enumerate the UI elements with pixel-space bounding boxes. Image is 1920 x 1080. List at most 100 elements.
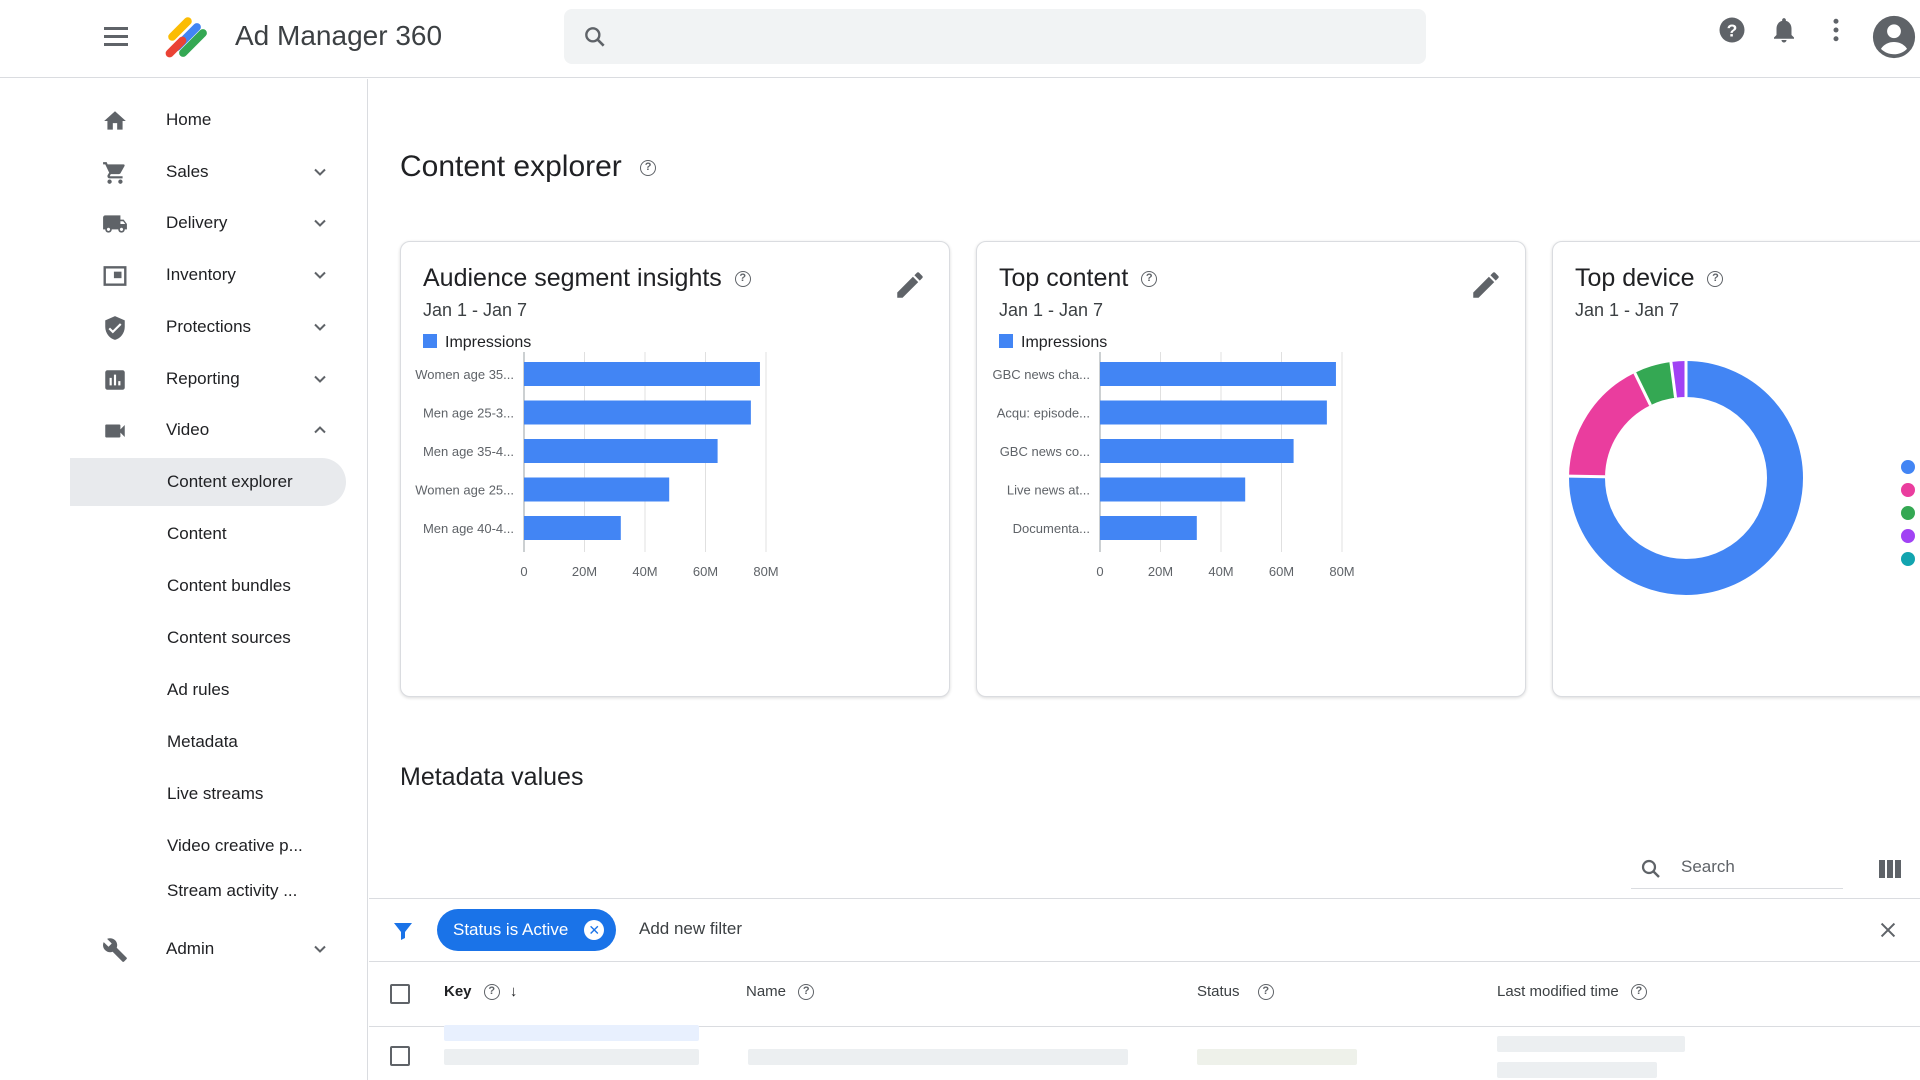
table-search-input[interactable]: Search: [1631, 849, 1843, 889]
filter-chip-status[interactable]: Status is Active ✕: [437, 909, 617, 951]
global-search-input[interactable]: [564, 9, 1426, 64]
legend-dot: [1901, 552, 1915, 566]
filter-bar: Status is Active ✕ Add new filter: [369, 898, 1920, 962]
edit-pencil-icon[interactable]: [1469, 268, 1503, 302]
help-icon[interactable]: ?: [483, 984, 500, 1001]
ad-manager-logo[interactable]: [163, 11, 215, 63]
sidebar-item-content[interactable]: Content: [70, 510, 346, 558]
y-category-label: Acqu: episode...: [997, 406, 1090, 421]
chip-close-icon[interactable]: ✕: [584, 920, 605, 940]
loading-placeholder: [444, 1049, 699, 1065]
close-icon[interactable]: [1877, 919, 1899, 941]
sidebar-item-sales[interactable]: Sales: [70, 148, 350, 196]
help-icon[interactable]: ?: [1717, 15, 1747, 45]
column-header-status[interactable]: Status ?: [1197, 983, 1274, 1001]
help-icon[interactable]: ?: [1630, 984, 1647, 1001]
card-title: Top content ?: [999, 264, 1158, 293]
sidebar-item-label: Content: [167, 524, 227, 543]
truck-icon: [103, 215, 127, 233]
chevron-down-icon[interactable]: [310, 213, 330, 233]
legend-label: Impressions: [1021, 334, 1108, 351]
x-tick-label: 60M: [693, 564, 718, 579]
sidebar-item-stream-activity[interactable]: Stream activity ...: [70, 867, 346, 915]
card-date-range: Jan 1 - Jan 7: [423, 300, 528, 320]
sidebar-item-live-streams[interactable]: Live streams: [70, 770, 346, 818]
sidebar-item-content-bundles[interactable]: Content bundles: [70, 562, 346, 610]
edit-pencil-icon[interactable]: [893, 268, 927, 302]
bar: [1100, 439, 1294, 463]
column-header-name[interactable]: Name ?: [746, 983, 815, 1001]
loading-placeholder: [748, 1049, 1128, 1065]
sidebar-item-admin[interactable]: Admin: [70, 925, 350, 973]
x-tick-label: 40M: [632, 564, 657, 579]
card-title: Audience segment insights ?: [423, 264, 751, 293]
chevron-down-icon[interactable]: [310, 265, 330, 285]
help-icon[interactable]: ?: [1141, 271, 1158, 288]
x-tick-label: 80M: [753, 564, 778, 579]
column-header-label: Last modified time: [1497, 983, 1619, 1000]
sidebar-item-metadata[interactable]: Metadata: [70, 718, 346, 766]
sidebar-item-home[interactable]: Home: [70, 96, 350, 144]
y-category-label: Documenta...: [1013, 521, 1090, 536]
sidebar-item-video[interactable]: Video: [70, 406, 350, 454]
column-header-key[interactable]: Key ? ↓: [444, 983, 518, 1001]
main-content: Content explorer ? Audience segment insi…: [369, 79, 1920, 1080]
x-tick-label: 40M: [1208, 564, 1233, 579]
sidebar-item-label: Admin: [166, 939, 215, 958]
sidebar-item-label: Live streams: [167, 784, 264, 803]
legend-dot: [1901, 529, 1915, 543]
x-tick-label: 80M: [1329, 564, 1354, 579]
chevron-down-icon[interactable]: [310, 939, 330, 959]
help-icon[interactable]: ?: [798, 984, 815, 1001]
help-icon[interactable]: ?: [640, 160, 657, 176]
sidebar-item-reporting[interactable]: Reporting: [70, 355, 350, 403]
help-icon[interactable]: ?: [734, 271, 751, 288]
sidebar-item-delivery[interactable]: Delivery: [70, 199, 350, 247]
filter-funnel-icon[interactable]: [391, 919, 415, 943]
audience-segment-card: Audience segment insights ? Jan 1 - Jan …: [400, 241, 950, 697]
sidebar-item-label: Ad rules: [167, 680, 230, 699]
columns-icon[interactable]: [1879, 860, 1901, 878]
chevron-down-icon[interactable]: [310, 162, 330, 182]
sidebar-item-protections[interactable]: Protections: [70, 303, 350, 351]
x-tick-label: 0: [1096, 564, 1103, 579]
section-title: Metadata values: [400, 763, 584, 791]
y-category-label: Men age 35-4...: [423, 444, 514, 459]
sidebar-item-content-sources[interactable]: Content sources: [70, 614, 346, 662]
add-filter-button[interactable]: Add new filter: [639, 919, 742, 939]
more-options-icon[interactable]: [1821, 15, 1851, 45]
account-avatar-icon[interactable]: [1871, 14, 1917, 60]
sort-arrow-down-icon[interactable]: ↓: [510, 983, 518, 1000]
home-icon: [104, 111, 126, 130]
row-checkbox[interactable]: [390, 1046, 410, 1066]
notifications-icon[interactable]: [1769, 15, 1799, 45]
audience-bar-chart: 0 20M 40M 60M 80M Women age 35... Men age 25-3…: [415, 352, 779, 579]
menu-icon[interactable]: [101, 24, 131, 54]
help-icon[interactable]: ?: [1707, 271, 1724, 288]
chevron-down-icon[interactable]: [310, 369, 330, 389]
select-all-checkbox[interactable]: [390, 984, 410, 1004]
chevron-up-icon[interactable]: [310, 420, 330, 440]
sidebar-item-video-creative[interactable]: Video creative p...: [70, 822, 346, 870]
sidebar-item-label: Home: [166, 110, 212, 129]
sidebar-item-ad-rules[interactable]: Ad rules: [70, 666, 346, 714]
sidebar-item-label: Delivery: [166, 213, 228, 232]
sidebar-item-label: Metadata: [167, 732, 238, 751]
sidebar-item-inventory[interactable]: Inventory: [70, 251, 350, 299]
shield-icon: [105, 316, 125, 340]
sidebar-item-content-explorer[interactable]: Content explorer: [70, 458, 346, 506]
loading-placeholder: [1497, 1036, 1685, 1052]
sidebar-item-label: Protections: [166, 317, 252, 336]
help-icon[interactable]: ?: [1257, 984, 1274, 1001]
bar: [1100, 516, 1197, 540]
bar-chart-icon: [105, 370, 125, 390]
y-category-label: Live news at...: [1007, 483, 1090, 498]
slice-separator: [1568, 474, 1606, 479]
bar: [1100, 362, 1336, 386]
column-header-last-modified[interactable]: Last modified time ?: [1497, 983, 1647, 1001]
chevron-down-icon[interactable]: [310, 317, 330, 337]
chart-legend: Impressions: [999, 334, 1107, 352]
device-donut-chart: [1568, 361, 1915, 595]
y-category-label: Men age 25-3...: [423, 406, 514, 421]
legend-swatch: [999, 334, 1013, 348]
